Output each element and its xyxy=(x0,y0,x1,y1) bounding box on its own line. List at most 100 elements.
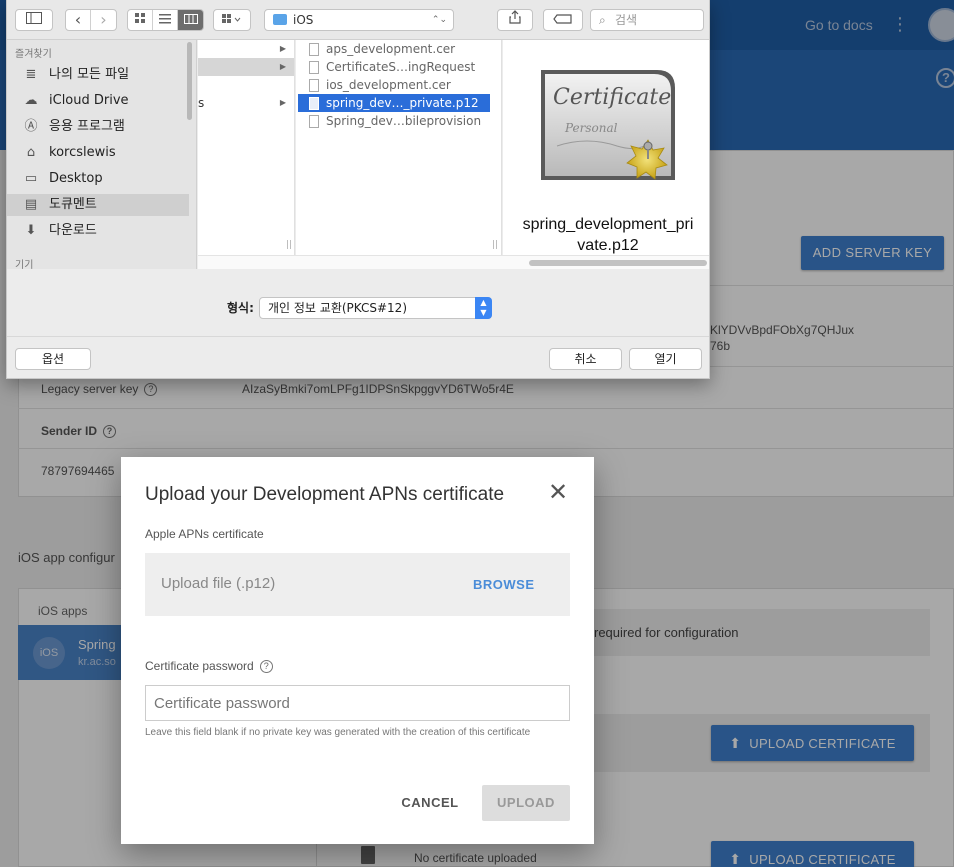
file-preview: Certificate Personal spring_development_… xyxy=(503,40,709,255)
horizontal-scroll-thumb[interactable] xyxy=(529,260,707,266)
browser-column-parent: ▶ ▶ s ▶ || xyxy=(198,40,295,255)
column-resize-handle[interactable]: || xyxy=(286,240,292,250)
horizontal-scrollbar[interactable] xyxy=(198,255,709,269)
certificate-file-icon: Certificate Personal xyxy=(541,70,675,180)
certificate-subtitle-art: Personal xyxy=(564,121,618,135)
list-icon xyxy=(159,14,171,24)
search-field[interactable]: ⌕ 검색 xyxy=(590,9,704,31)
folder-icon xyxy=(273,14,287,25)
file-upload-field[interactable]: Upload file (.p12) BROWSE xyxy=(145,553,570,616)
search-placeholder: 검색 xyxy=(615,13,638,27)
certificate-password-input[interactable] xyxy=(145,685,570,721)
grid-icon xyxy=(134,13,145,23)
options-button[interactable]: 옵션 xyxy=(15,348,91,370)
browse-button[interactable]: BROWSE xyxy=(473,577,535,592)
sidebar-item-label: 응용 프로그램 xyxy=(49,119,125,134)
sidebar-item-label: iCloud Drive xyxy=(49,93,129,108)
apns-certificate-label: Apple APNs certificate xyxy=(145,527,264,541)
dialog-title: Upload your Development APNs certificate xyxy=(145,484,505,505)
file-row[interactable]: CertificateS…ingRequest xyxy=(298,58,490,76)
file-row[interactable]: aps_development.cer xyxy=(298,40,490,58)
certificate-title-art: Certificate xyxy=(553,85,671,110)
folder-row[interactable]: ▶ xyxy=(198,40,294,58)
file-icon xyxy=(309,97,319,110)
documents-icon: ▤ xyxy=(24,197,38,212)
open-button[interactable]: 열기 xyxy=(629,348,702,370)
favorites-header: 즐겨찾기 xyxy=(15,49,52,60)
upload-apns-dialog: Upload your Development APNs certificate… xyxy=(121,457,594,844)
forward-button[interactable]: › xyxy=(91,10,116,30)
sidebar-item-documents[interactable]: ▤ 도큐멘트 xyxy=(7,194,189,216)
disclosure-triangle-icon: ▶ xyxy=(279,62,286,71)
sidebar-item-applications[interactable]: Ⓐ 응용 프로그램 xyxy=(7,116,189,138)
panel-cancel-button[interactable]: 취소 xyxy=(549,348,622,370)
disclosure-triangle-icon: ▶ xyxy=(279,44,286,53)
disclosure-triangle-icon: ▶ xyxy=(279,98,286,107)
icon-view-button[interactable] xyxy=(128,10,153,30)
upload-placeholder: Upload file (.p12) xyxy=(161,575,276,592)
folder-row-selected[interactable]: ▶ xyxy=(198,58,294,76)
format-select-value: 개인 정보 교환(PKCS#12) xyxy=(268,301,408,315)
back-button[interactable]: ‹ xyxy=(66,10,91,30)
sidebar-item-label: Desktop xyxy=(49,171,103,186)
file-open-panel: ‹ › iOS ⌃⌄ ⌕ 검색 즐겨찾기 ≣ 나의 모든 파일 ☁ iCloud Dri… xyxy=(6,0,710,379)
current-folder-name: iOS xyxy=(293,13,314,27)
applications-icon: Ⓐ xyxy=(24,119,38,134)
file-row-selected[interactable]: spring_dev…_private.p12 xyxy=(298,94,490,112)
panel-sidebar: 즐겨찾기 ≣ 나의 모든 파일 ☁ iCloud Drive Ⓐ 응용 프로그램 ⌂ k… xyxy=(7,40,197,269)
cloud-icon: ☁ xyxy=(24,93,38,108)
file-name: CertificateS…ingRequest xyxy=(326,60,476,74)
sidebar-item-icloud[interactable]: ☁ iCloud Drive xyxy=(7,90,189,112)
divider xyxy=(7,336,709,337)
share-button[interactable] xyxy=(497,9,533,31)
file-name: spring_dev…_private.p12 xyxy=(326,96,479,110)
share-icon xyxy=(509,10,521,24)
list-view-button[interactable] xyxy=(153,10,178,30)
columns-icon xyxy=(183,14,198,24)
sidebar-scrollbar[interactable] xyxy=(187,42,192,120)
sidebar-toggle-icon xyxy=(26,12,42,24)
file-icon xyxy=(309,61,319,74)
help-icon[interactable]: ? xyxy=(259,660,273,674)
path-popup[interactable]: iOS ⌃⌄ xyxy=(264,9,454,31)
view-mode-group xyxy=(127,9,204,31)
folder-row[interactable]: s ▶ xyxy=(198,94,294,112)
upload-button[interactable]: UPLOAD xyxy=(482,785,570,821)
tag-button[interactable] xyxy=(543,9,583,31)
arrange-icon xyxy=(222,14,241,23)
sidebar-item-desktop[interactable]: ▭ Desktop xyxy=(7,168,189,190)
arrange-button[interactable] xyxy=(213,9,251,31)
preview-file-name: spring_development_pri vate.p12 xyxy=(511,214,705,256)
file-name: ios_development.cer xyxy=(326,78,451,92)
sidebar-item-label: 나의 모든 파일 xyxy=(49,67,130,82)
format-select[interactable]: 개인 정보 교환(PKCS#12) ▲ ▼ xyxy=(259,297,492,319)
column-view-button[interactable] xyxy=(178,10,203,30)
file-name: Spring_dev…bileprovision xyxy=(326,114,482,128)
sidebar-item-label: 도큐멘트 xyxy=(49,197,97,212)
provisioning-file-icon xyxy=(309,115,319,128)
file-row[interactable]: Spring_dev…bileprovision xyxy=(298,112,490,130)
password-label: Certificate password? xyxy=(145,659,273,674)
tag-icon xyxy=(553,14,572,24)
cancel-button[interactable]: CANCEL xyxy=(389,785,471,821)
sidebar-toggle-button[interactable] xyxy=(15,9,53,31)
sidebar-item-home[interactable]: ⌂ korcslewis xyxy=(7,142,189,164)
password-label-text: Certificate password xyxy=(145,659,254,673)
file-row[interactable]: ios_development.cer xyxy=(298,76,490,94)
file-icon xyxy=(309,79,319,92)
search-icon: ⌕ xyxy=(599,13,606,27)
desktop-icon: ▭ xyxy=(24,171,38,186)
sidebar-item-label: 다운로드 xyxy=(49,223,97,238)
select-stepper-icon: ▲ ▼ xyxy=(475,297,492,319)
column-resize-handle[interactable]: || xyxy=(492,240,498,250)
password-hint: Leave this field blank if no private key… xyxy=(145,727,531,738)
close-icon[interactable]: ✕ xyxy=(548,481,568,505)
sidebar-item-downloads[interactable]: ⬇ 다운로드 xyxy=(7,220,189,242)
popup-stepper-icon: ⌃⌄ xyxy=(431,15,447,25)
browser-column-files: aps_development.cer CertificateS…ingRequ… xyxy=(296,40,502,255)
back-forward-group: ‹ › xyxy=(65,9,117,31)
sidebar-item-all-files[interactable]: ≣ 나의 모든 파일 xyxy=(7,64,189,86)
folder-name-fragment: s xyxy=(198,96,205,110)
devices-header: 기기 xyxy=(15,260,34,269)
preview-name-line2: vate.p12 xyxy=(577,237,639,254)
